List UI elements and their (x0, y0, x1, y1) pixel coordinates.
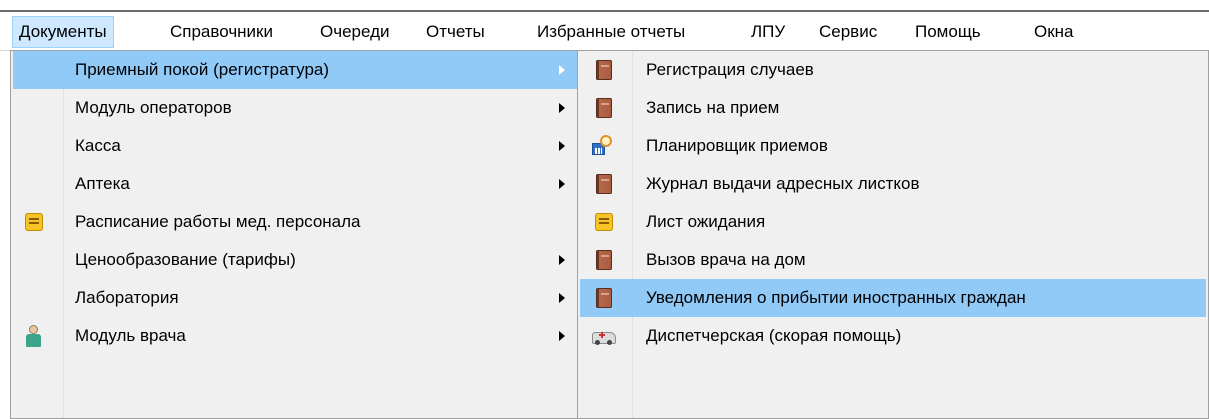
menubar-service[interactable]: Сервис (813, 16, 883, 48)
book-icon (596, 288, 612, 308)
menu-item-label: Аптека (75, 174, 130, 193)
reception-submenu: Регистрация случаев Запись на прием План… (577, 50, 1209, 419)
submenu-item-label: Регистрация случаев (646, 60, 814, 79)
window-top-edge (0, 0, 1209, 12)
menu-item-label: Модуль врача (75, 326, 186, 345)
ambulance-icon (592, 329, 616, 345)
submenu-item-label: Запись на прием (646, 98, 780, 117)
menu-item-pharmacy[interactable]: Аптека (13, 165, 577, 203)
note-icon (595, 213, 613, 231)
submenu-item-label: Вызов врача на дом (646, 250, 806, 269)
submenu-item-address-sheets-log[interactable]: Журнал выдачи адресных листков (580, 165, 1206, 203)
menubar-help[interactable]: Помощь (909, 16, 987, 48)
menu-item-laboratory[interactable]: Лаборатория (13, 279, 577, 317)
submenu-item-label: Диспетчерская (скорая помощь) (646, 326, 902, 345)
menubar-windows[interactable]: Окна (1028, 16, 1080, 48)
menu-item-label: Лаборатория (75, 288, 179, 307)
menubar-references[interactable]: Справочники (164, 16, 279, 48)
documents-menu: Приемный покой (регистратура) Модуль опе… (10, 50, 580, 419)
menu-item-doctor-module[interactable]: Модуль врача (13, 317, 577, 355)
menubar-lpu[interactable]: ЛПУ (745, 16, 791, 48)
submenu-item-label: Планировщик приемов (646, 136, 828, 155)
submenu-arrow-icon (559, 255, 565, 265)
menu-item-cashier[interactable]: Касса (13, 127, 577, 165)
submenu-arrow-icon (559, 293, 565, 303)
submenu-arrow-icon (559, 331, 565, 341)
submenu-item-waiting-list[interactable]: Лист ожидания (580, 203, 1206, 241)
book-icon (596, 174, 612, 194)
submenu-item-label: Уведомления о прибытии иностранных гражд… (646, 288, 1026, 307)
menubar-queues[interactable]: Очереди (314, 16, 396, 48)
submenu-item-label: Лист ожидания (646, 212, 766, 231)
menu-item-label: Ценообразование (тарифы) (75, 250, 296, 269)
submenu-arrow-icon (559, 65, 565, 75)
menubar-favorite-reports[interactable]: Избранные отчеты (531, 16, 691, 48)
submenu-item-dispatch-ambulance[interactable]: Диспетчерская (скорая помощь) (580, 317, 1206, 355)
menu-item-reception[interactable]: Приемный покой (регистратура) (13, 51, 577, 89)
submenu-arrow-icon (559, 103, 565, 113)
submenu-item-label: Журнал выдачи адресных листков (646, 174, 920, 193)
submenu-item-foreign-citizens-notifications[interactable]: Уведомления о прибытии иностранных гражд… (580, 279, 1206, 317)
doctor-icon (26, 325, 41, 347)
book-icon (596, 60, 612, 80)
submenu-arrow-icon (559, 179, 565, 189)
menu-item-label: Приемный покой (регистратура) (75, 60, 330, 79)
menu-item-pricing[interactable]: Ценообразование (тарифы) (13, 241, 577, 279)
menubar-reports[interactable]: Отчеты (420, 16, 491, 48)
menu-item-operators-module[interactable]: Модуль операторов (13, 89, 577, 127)
menu-bar: Документы Справочники Очереди Отчеты Изб… (0, 12, 1209, 51)
menu-item-label: Расписание работы мед. персонала (75, 212, 361, 231)
book-icon (596, 250, 612, 270)
menu-item-label: Модуль операторов (75, 98, 232, 117)
book-icon (596, 98, 612, 118)
submenu-item-appointment[interactable]: Запись на прием (580, 89, 1206, 127)
note-icon (25, 213, 43, 231)
menu-item-label: Касса (75, 136, 121, 155)
submenu-item-appointment-scheduler[interactable]: Планировщик приемов (580, 127, 1206, 165)
submenu-item-home-doctor-call[interactable]: Вызов врача на дом (580, 241, 1206, 279)
menu-item-staff-schedule[interactable]: Расписание работы мед. персонала (13, 203, 577, 241)
submenu-arrow-icon (559, 141, 565, 151)
schedule-icon (592, 135, 614, 157)
submenu-item-case-registration[interactable]: Регистрация случаев (580, 51, 1206, 89)
menubar-documents[interactable]: Документы (12, 16, 114, 48)
